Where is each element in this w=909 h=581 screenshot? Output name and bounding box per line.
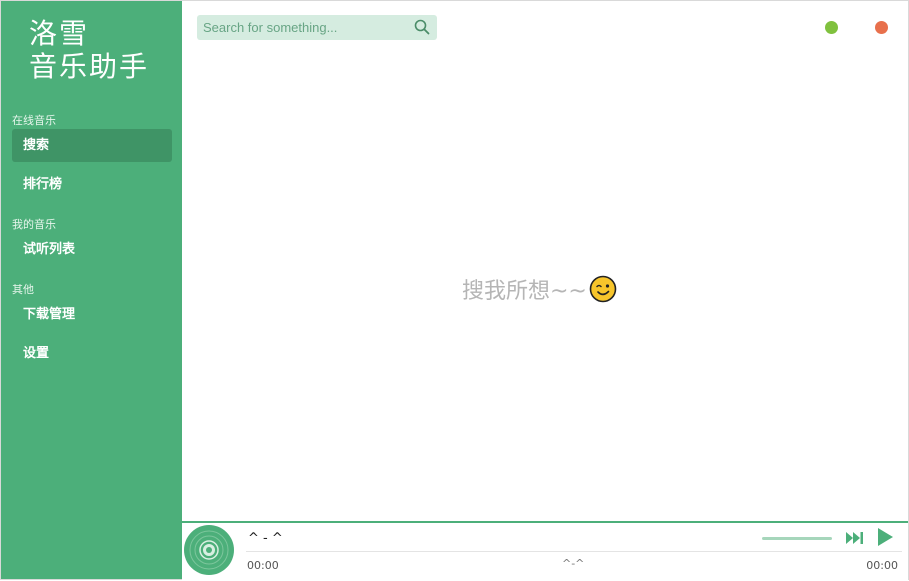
minimize-button[interactable]	[825, 21, 838, 34]
empty-state: 搜我所想~~	[462, 273, 617, 305]
sidebar-item-leaderboard[interactable]: 排行榜	[12, 168, 172, 201]
next-track-icon[interactable]	[846, 531, 864, 545]
wink-emoji-icon	[589, 275, 617, 303]
album-disc-icon	[184, 525, 234, 575]
track-artist: ^-^	[562, 557, 584, 570]
logo-line-2: 音乐助手	[29, 50, 169, 83]
sidebar-item-playlist[interactable]: 试听列表	[12, 233, 172, 266]
player-bar: ^ - ^ 00:00 ^-^ 00:00	[182, 521, 908, 581]
empty-state-text: 搜我所想~~	[462, 279, 587, 304]
nav-group-other: 其他	[12, 281, 34, 297]
play-icon[interactable]	[876, 528, 894, 546]
sidebar: 洛雪 音乐助手 在线音乐 搜索 排行榜 我的音乐 试听列表 其他 下载管理 设置	[1, 1, 182, 579]
total-time: 00:00	[866, 559, 898, 572]
close-button[interactable]	[875, 21, 888, 34]
nav-group-my-music: 我的音乐	[12, 216, 56, 232]
app-logo: 洛雪 音乐助手	[29, 17, 169, 83]
nav-group-online-music: 在线音乐	[12, 112, 56, 128]
volume-slider[interactable]	[762, 537, 832, 540]
logo-line-1: 洛雪	[29, 17, 169, 50]
current-time: 00:00	[247, 559, 279, 572]
sidebar-item-downloads[interactable]: 下载管理	[12, 298, 172, 331]
search-box	[197, 15, 437, 40]
search-icon[interactable]	[414, 19, 430, 35]
search-input[interactable]	[197, 15, 413, 40]
sidebar-item-settings[interactable]: 设置	[12, 337, 172, 370]
progress-bar[interactable]	[246, 551, 902, 552]
track-title: ^ - ^	[248, 531, 283, 546]
sidebar-item-search[interactable]: 搜索	[12, 129, 172, 162]
app-window: 洛雪 音乐助手 在线音乐 搜索 排行榜 我的音乐 试听列表 其他 下载管理 设置…	[0, 0, 909, 580]
